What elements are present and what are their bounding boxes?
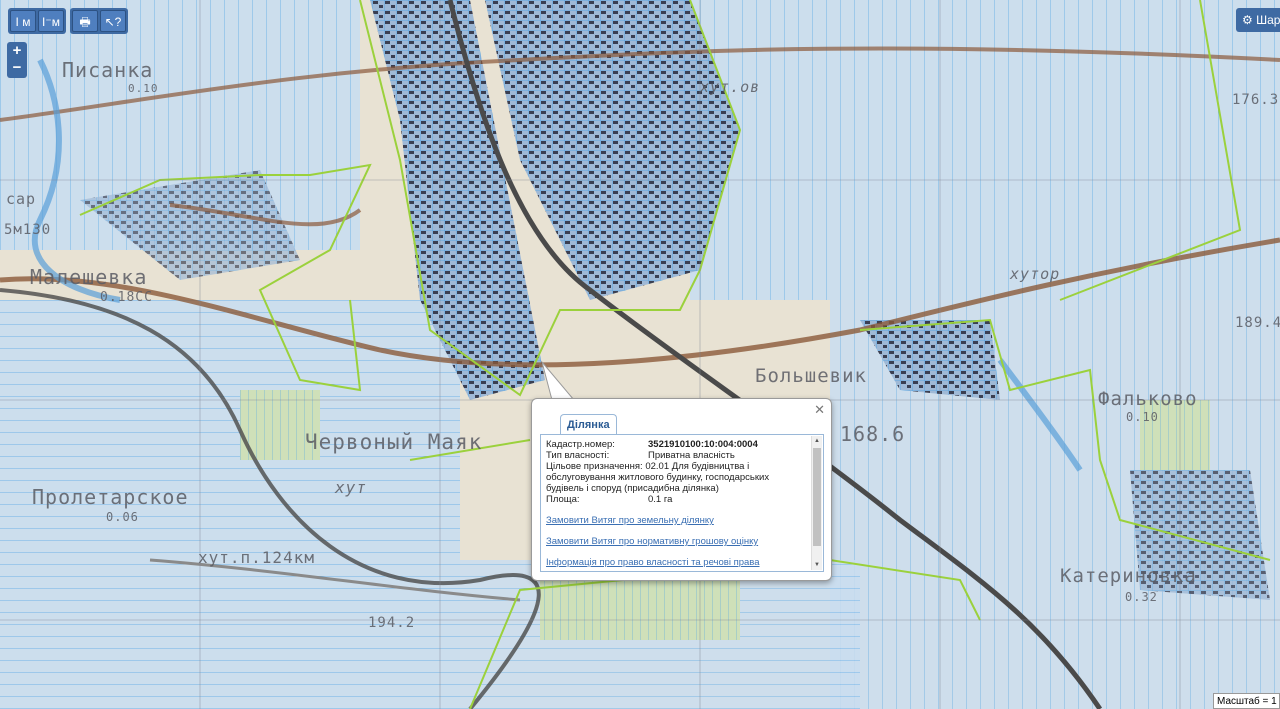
zoom-in-button[interactable]: + bbox=[8, 43, 26, 60]
field-label: Кадастр.номер: bbox=[546, 439, 615, 450]
layers-button[interactable]: ⚙ Шари bbox=[1236, 8, 1280, 32]
popup-scrollbar[interactable]: ▲ ▼ bbox=[811, 436, 822, 570]
measure-area-button[interactable]: I⁻м bbox=[38, 10, 64, 32]
measure-distance-button[interactable]: I м bbox=[10, 10, 36, 32]
zoom-control: + − bbox=[7, 42, 27, 78]
popup-pointer bbox=[541, 361, 576, 401]
measure-tools: I м I⁻м bbox=[8, 8, 66, 34]
popup-links: Замовити Витяг про земельну ділянку Замо… bbox=[546, 515, 808, 568]
scroll-up-icon[interactable]: ▲ bbox=[812, 436, 822, 446]
map-label: Писанка bbox=[62, 58, 154, 82]
field-row: Площа: 0.1 га bbox=[546, 494, 808, 505]
zoom-out-button[interactable]: − bbox=[8, 60, 26, 77]
parcel-info: Кадастр.номер: 3521910100:10:004:0004 Ти… bbox=[546, 439, 808, 571]
ownership-type: Приватна власність bbox=[648, 450, 735, 461]
cadastral-map[interactable]: Писанка 0.10 сар 5м130 Малешевка 0.18СС … bbox=[0, 0, 1280, 709]
map-label: 168.6 bbox=[840, 422, 906, 446]
print-tools: 🖶 ↖? bbox=[70, 8, 128, 34]
order-extract-link[interactable]: Замовити Витяг про земельну ділянку bbox=[546, 515, 808, 526]
area-value: 0.1 га bbox=[648, 494, 673, 505]
field-row: Кадастр.номер: 3521910100:10:004:0004 bbox=[546, 439, 808, 450]
order-valuation-link[interactable]: Замовити Витяг про нормативну грошову оц… bbox=[546, 536, 808, 547]
map-label: Фальково bbox=[1098, 388, 1198, 410]
map-layer bbox=[0, 0, 1280, 709]
map-label: 5м130 bbox=[4, 222, 52, 238]
scale-indicator: Масштаб = 1 : bbox=[1213, 693, 1280, 709]
tab-parcel[interactable]: Ділянка bbox=[560, 414, 617, 434]
field-row: Тип власності: Приватна власність bbox=[546, 450, 808, 461]
map-label: 0.06 bbox=[106, 510, 139, 524]
map-label: хут.п.124км bbox=[198, 548, 315, 567]
map-label: Малешевка bbox=[30, 265, 148, 289]
map-label: 0.10 bbox=[1126, 410, 1159, 424]
close-icon[interactable]: ✕ bbox=[814, 402, 825, 418]
map-label: сар bbox=[6, 190, 37, 208]
map-label: 194.2 bbox=[368, 615, 416, 631]
print-button[interactable]: 🖶 bbox=[72, 10, 98, 32]
scroll-down-icon[interactable]: ▼ bbox=[812, 560, 822, 570]
map-label: хут bbox=[335, 478, 367, 497]
map-toolbar: I м I⁻м 🖶 ↖? bbox=[8, 8, 128, 34]
field-label: Цільове призначення: bbox=[546, 461, 643, 472]
map-label: 176.3 bbox=[1232, 92, 1280, 108]
map-label: 0.32 bbox=[1125, 590, 1158, 604]
map-label: Пролетарское bbox=[32, 485, 189, 509]
map-label: 189.4 bbox=[1235, 315, 1280, 331]
field-label: Тип власності: bbox=[546, 450, 610, 461]
cadastral-number: 3521910100:10:004:0004 bbox=[648, 439, 758, 450]
map-label: Червоный Маяк bbox=[305, 430, 483, 454]
scroll-thumb[interactable] bbox=[813, 448, 821, 546]
map-label: хутор bbox=[1010, 265, 1061, 283]
field-label: Площа: bbox=[546, 494, 580, 505]
map-label: 0.10 bbox=[128, 82, 159, 95]
map-label: Катериновка bbox=[1060, 565, 1197, 587]
garden-2 bbox=[540, 580, 740, 640]
map-label: 0.18СС bbox=[100, 290, 153, 305]
parcel-popup: ✕ Ділянка Кадастр.номер: 3521910100:10:0… bbox=[531, 398, 832, 581]
popup-body: Кадастр.номер: 3521910100:10:004:0004 Ти… bbox=[540, 434, 824, 572]
identify-button[interactable]: ↖? bbox=[100, 10, 126, 32]
map-label: Большевик bbox=[755, 365, 867, 387]
field-row: Цільове призначення: 02.01 Для будівницт… bbox=[546, 461, 808, 494]
map-label: хут.ов bbox=[700, 78, 761, 96]
ownership-info-link[interactable]: Інформація про право власності та речові… bbox=[546, 557, 808, 568]
